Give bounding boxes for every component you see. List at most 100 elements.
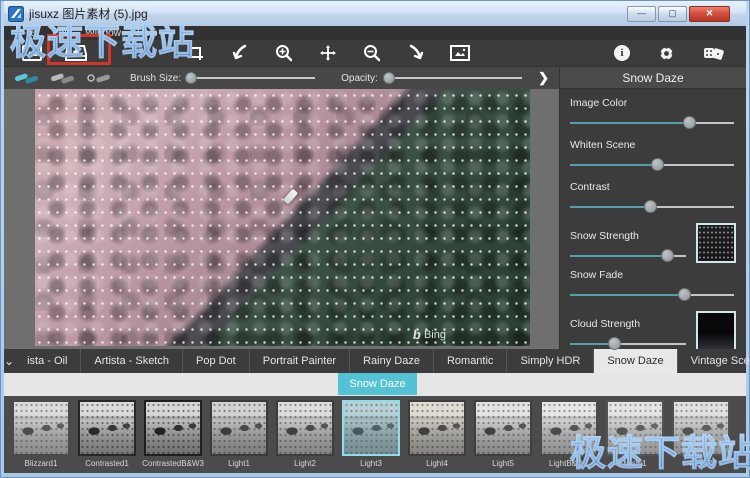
info-button[interactable]: i xyxy=(614,45,630,61)
bing-logo-icon: b xyxy=(412,327,422,342)
open-image-button[interactable] xyxy=(20,43,44,63)
preset-thumbnail-label: Light2 xyxy=(294,459,316,468)
effect-slider[interactable] xyxy=(570,200,736,214)
preset-thumbnail-label: Blizzard1 xyxy=(25,459,58,468)
preset-tooltip: Snow Daze xyxy=(338,373,417,395)
slider-thumb[interactable] xyxy=(661,249,674,262)
move-button[interactable] xyxy=(316,43,340,63)
preset-thumbnail-image[interactable] xyxy=(78,400,136,456)
filter-tab[interactable]: Vintage Scene xyxy=(678,349,750,373)
effect-slider[interactable] xyxy=(570,116,736,130)
effect-slider[interactable] xyxy=(570,337,688,351)
zoom-in-icon xyxy=(275,44,293,62)
slider-label: Contrast xyxy=(570,181,736,193)
preset-thumbnail-image[interactable] xyxy=(606,400,664,456)
slider-thumb[interactable] xyxy=(683,116,696,129)
preview-image-icon xyxy=(450,45,470,61)
preset-thumbnail[interactable]: Light4 xyxy=(406,400,468,468)
preset-thumbnail-image[interactable] xyxy=(408,400,466,456)
slider-thumb[interactable] xyxy=(678,288,691,301)
filter-tab[interactable]: Rainy Daze xyxy=(350,349,434,373)
filter-tab[interactable]: Simply HDR xyxy=(507,349,594,373)
preset-thumbnail[interactable]: Misty2 xyxy=(670,400,732,468)
blue-brush-tool-icon[interactable] xyxy=(14,71,40,85)
effect-slider-row: Snow Strength xyxy=(570,223,736,263)
opacity-thumb[interactable] xyxy=(383,72,395,84)
slider-thumb[interactable] xyxy=(644,200,657,213)
preset-thumbnail[interactable]: Blizzard1 xyxy=(10,400,72,468)
preset-thumbnail-label: Misty1 xyxy=(623,459,646,468)
image-canvas: b Bing xyxy=(4,89,559,349)
filter-tab[interactable]: ista - Oil xyxy=(14,349,81,373)
preset-thumbnail[interactable]: Misty1 xyxy=(604,400,666,468)
minimize-button[interactable]: — xyxy=(627,6,656,22)
texture-preview[interactable] xyxy=(696,223,736,263)
effect-slider[interactable] xyxy=(570,158,736,172)
redo-button[interactable] xyxy=(404,43,428,63)
texture-preview[interactable] xyxy=(696,311,736,351)
save-icon xyxy=(65,45,87,62)
preset-filmstrip: Blizzard1 Contrasted1 ContrastedB&W3 xyxy=(4,396,746,473)
chevron-down-icon[interactable]: ⌄ xyxy=(4,349,14,373)
preset-thumbnail-image[interactable] xyxy=(474,400,532,456)
preset-thumbnail-image[interactable] xyxy=(540,400,598,456)
car-in-photo xyxy=(283,189,298,205)
chevron-right-icon[interactable]: ❯ xyxy=(538,70,549,86)
filter-tab[interactable]: Romantic xyxy=(434,349,507,373)
app-logo-icon xyxy=(8,6,24,22)
preset-thumbnail-label: Contrasted1 xyxy=(85,459,129,468)
brush-size-track xyxy=(187,77,315,79)
zoom-out-button[interactable] xyxy=(360,43,384,63)
brush-size-label: Brush Size: xyxy=(130,73,181,84)
preset-thumbnail-image[interactable] xyxy=(342,400,400,456)
preset-thumbnail[interactable]: ContrastedB&W3 xyxy=(142,400,204,468)
preset-thumbnail-image[interactable] xyxy=(144,400,202,456)
preset-thumbnail-image[interactable] xyxy=(12,400,70,456)
slider-thumb[interactable] xyxy=(608,337,621,350)
preset-thumbnail-image[interactable] xyxy=(276,400,334,456)
window-title: jisuxz 图片素材 (5).jpg xyxy=(29,5,622,22)
filter-tab[interactable]: Artista - Sketch xyxy=(81,349,183,373)
opacity-slider[interactable] xyxy=(384,71,522,85)
preset-thumbnail[interactable]: Contrasted1 xyxy=(76,400,138,468)
preset-thumbnail[interactable]: Light3 xyxy=(340,400,402,468)
crop-button[interactable] xyxy=(184,43,208,63)
maximize-button[interactable]: ▢ xyxy=(658,6,687,22)
preset-thumbnail-image[interactable] xyxy=(210,400,268,456)
settings-button[interactable] xyxy=(654,43,678,63)
preset-thumbnail-label: Light1 xyxy=(228,459,250,468)
filter-tab[interactable]: Portrait Painter xyxy=(250,349,350,373)
close-button[interactable]: ✕ xyxy=(689,6,730,22)
preset-thumbnail[interactable]: Light1 xyxy=(208,400,270,468)
randomize-button[interactable] xyxy=(702,43,726,63)
filter-tab[interactable]: Snow Daze xyxy=(594,349,677,373)
brush-size-slider[interactable] xyxy=(187,71,315,85)
effect-slider-row: Snow Fade xyxy=(570,269,736,302)
menu-item[interactable]: Edit xyxy=(44,28,77,39)
slider-track xyxy=(570,122,734,124)
gray-brush-tool-icon[interactable] xyxy=(50,71,76,85)
slider-label: Image Color xyxy=(570,97,736,109)
save-button[interactable] xyxy=(64,43,88,63)
slider-thumb[interactable] xyxy=(651,158,664,171)
filter-tab[interactable]: Pop Dot xyxy=(183,349,250,373)
slider-label: Snow Fade xyxy=(570,269,736,281)
crop-icon xyxy=(187,44,205,62)
menu-item[interactable]: Window xyxy=(77,28,129,39)
menu-item[interactable]: Help xyxy=(129,28,166,39)
effect-slider[interactable] xyxy=(570,249,688,263)
preset-thumbnail[interactable]: LightB&W1 xyxy=(538,400,600,468)
preview-button[interactable] xyxy=(448,43,472,63)
zoom-in-button[interactable] xyxy=(272,43,296,63)
preset-thumbnail[interactable]: Light2 xyxy=(274,400,336,468)
menu-item[interactable]: File xyxy=(12,28,44,39)
preset-thumbnail-image[interactable] xyxy=(672,400,730,456)
slider-label: Cloud Strength xyxy=(570,318,688,330)
undo-button[interactable] xyxy=(228,43,252,63)
preset-thumbnail-label: Light3 xyxy=(360,459,382,468)
effect-slider[interactable] xyxy=(570,288,736,302)
preset-thumbnail[interactable]: Light5 xyxy=(472,400,534,468)
edited-photo[interactable]: b Bing xyxy=(35,89,530,346)
dot-brush-tool-icon[interactable] xyxy=(86,71,112,85)
brush-size-thumb[interactable] xyxy=(185,72,197,84)
